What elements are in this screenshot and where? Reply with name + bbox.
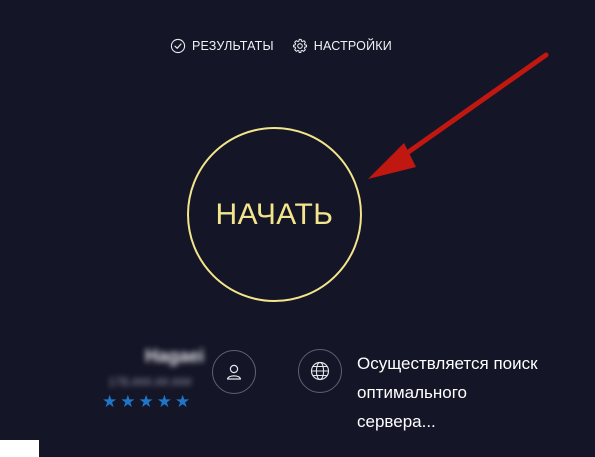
star-icon: ★ [175,392,191,411]
provider-button[interactable] [212,350,256,394]
star-icon: ★ [156,392,172,411]
corner-overlay [0,440,39,457]
provider-ip: 178.###.##.### [108,375,192,389]
gear-icon [292,38,308,54]
red-arrow-icon [368,52,549,179]
check-circle-icon [170,38,186,54]
star-icon: ★ [102,392,118,411]
speedtest-page: РЕЗУЛЬТАТЫ НАСТРОЙКИ НАЧАТЬ Hagaei 178.#… [0,0,595,457]
results-link[interactable]: РЕЗУЛЬТАТЫ [170,38,274,54]
start-button-label: НАЧАТЬ [215,197,334,231]
globe-icon [309,360,331,382]
rating-stars: ★ ★ ★ ★ ★ [102,393,204,411]
server-search-status: Осуществляется поиск оптимального сервер… [357,349,577,436]
provider-name: Hagaei [144,346,204,366]
status-line: Осуществляется поиск [357,354,538,373]
provider-info: Hagaei 178.###.##.### ★ ★ ★ ★ ★ [96,346,204,411]
top-navigation: РЕЗУЛЬТАТЫ НАСТРОЙКИ [170,38,392,54]
results-label: РЕЗУЛЬТАТЫ [192,39,274,53]
star-icon: ★ [120,392,136,411]
server-button[interactable] [298,349,342,393]
status-line: оптимального [357,383,467,402]
user-icon [223,361,245,383]
start-button[interactable]: НАЧАТЬ [187,127,362,302]
status-line: сервера... [357,412,436,431]
star-icon: ★ [138,392,154,411]
